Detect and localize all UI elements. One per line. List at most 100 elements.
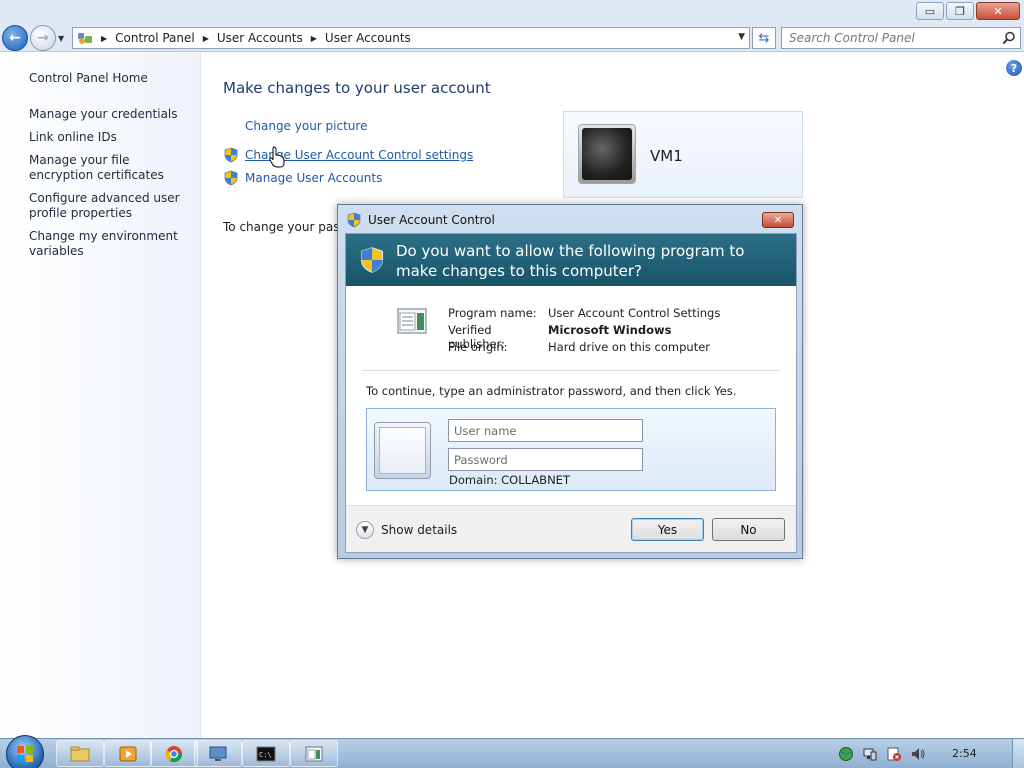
- password-field[interactable]: [448, 448, 643, 471]
- divider: [362, 370, 780, 371]
- domain-label: Domain: COLLABNET: [449, 473, 570, 487]
- uac-instruction: To continue, type an administrator passw…: [366, 384, 737, 398]
- user-account-tile: VM1: [563, 111, 803, 198]
- show-desktop-button[interactable]: [1012, 739, 1024, 768]
- action-center-icon[interactable]: [886, 746, 902, 762]
- maximize-button[interactable]: ❐: [946, 2, 974, 20]
- minimize-button[interactable]: ▭: [916, 2, 944, 20]
- back-arrow-icon: ←: [9, 30, 21, 46]
- show-details-toggle[interactable]: ▼ Show details: [356, 521, 457, 539]
- chrome-icon: [165, 745, 183, 762]
- username-field[interactable]: [448, 419, 643, 442]
- manage-user-accounts-link[interactable]: Manage User Accounts: [223, 170, 382, 186]
- uac-footer: ▼ Show details Yes No: [346, 505, 796, 552]
- volume-icon[interactable]: [910, 746, 926, 762]
- taskbar-control-panel-button[interactable]: [290, 740, 338, 767]
- media-player-icon: [119, 746, 137, 761]
- blank-user-icon: [379, 427, 426, 474]
- program-info: Program name: User Account Control Setti…: [346, 286, 796, 366]
- hand-cursor-icon: [269, 146, 285, 168]
- search-icon[interactable]: [1002, 31, 1016, 45]
- uac-banner: Do you want to allow the following progr…: [346, 234, 796, 286]
- sidebar-item-manage-credentials[interactable]: Manage your credentials: [29, 107, 194, 122]
- sidebar-list: Manage your credentials Link online IDs …: [29, 107, 194, 267]
- taskbar-remote-desktop-button[interactable]: [194, 740, 242, 767]
- breadcrumb-separator-icon: ▶: [202, 33, 209, 43]
- program-name-row: Program name: User Account Control Setti…: [448, 306, 720, 320]
- refresh-icon: ⇆: [758, 30, 770, 46]
- program-name-label: Program name:: [448, 306, 537, 320]
- yes-button[interactable]: Yes: [631, 518, 704, 541]
- user-picture[interactable]: [578, 124, 636, 184]
- sidebar-item-encryption-certificates[interactable]: Manage your file encryption certificates: [29, 153, 194, 183]
- uac-shield-icon: [224, 147, 238, 163]
- window-controls: ▭ ❐ ✕: [916, 2, 1020, 20]
- program-window-icon: [397, 308, 427, 334]
- breadcrumb-separator-icon: ▶: [310, 33, 317, 43]
- page-title: Make changes to your user account: [223, 79, 491, 97]
- address-bar[interactable]: ▶ Control Panel ▶ User Accounts ▶ User A…: [72, 27, 750, 49]
- task-pane: Control Panel Home Manage your credentia…: [0, 53, 201, 738]
- taskbar-explorer-button[interactable]: [56, 740, 104, 767]
- control-panel-window-icon: [305, 746, 323, 761]
- network-status-icon[interactable]: [862, 746, 878, 762]
- close-window-button[interactable]: ✕: [976, 2, 1020, 20]
- taskbar-chrome-button[interactable]: [150, 740, 198, 767]
- breadcrumb-control-panel[interactable]: Control Panel: [115, 31, 195, 45]
- folder-icon: [70, 746, 90, 761]
- uac-dialog-body: Do you want to allow the following progr…: [345, 233, 797, 553]
- recent-pages-dropdown[interactable]: ▼: [58, 34, 68, 43]
- start-button[interactable]: [6, 735, 44, 768]
- help-icon[interactable]: ?: [1006, 60, 1022, 76]
- breadcrumb-separator-icon: ▶: [101, 33, 108, 43]
- address-dropdown-icon[interactable]: ▼: [738, 32, 745, 42]
- restore-icon: ❐: [955, 4, 965, 18]
- monitor-icon: [209, 746, 227, 761]
- taskbar-clock[interactable]: 2:54: [952, 747, 977, 760]
- change-picture-link[interactable]: Change your picture: [245, 119, 367, 133]
- turntable-avatar-icon: [582, 128, 632, 180]
- control-panel-home-link[interactable]: Control Panel Home: [29, 71, 148, 85]
- no-button[interactable]: No: [712, 518, 785, 541]
- breadcrumb-user-accounts-current[interactable]: User Accounts: [325, 31, 411, 45]
- sidebar-item-environment-variables[interactable]: Change my environment variables: [29, 229, 194, 259]
- close-icon: ✕: [773, 214, 783, 226]
- sidebar-item-link-online-ids[interactable]: Link online IDs: [29, 130, 194, 145]
- user-tile: [374, 422, 431, 479]
- file-origin-label: File origin:: [448, 340, 508, 354]
- uac-close-button[interactable]: ✕: [762, 212, 794, 228]
- password-note: To change your passv: [223, 220, 353, 234]
- back-button[interactable]: ←: [2, 25, 28, 51]
- uac-title-text: User Account Control: [368, 213, 495, 227]
- network-globe-icon[interactable]: [838, 746, 854, 762]
- manage-user-accounts-label: Manage User Accounts: [245, 171, 383, 185]
- taskbar: C:\ 2:54: [0, 735, 1024, 768]
- uac-shield-icon: [347, 212, 361, 228]
- forward-arrow-icon: →: [37, 30, 49, 46]
- uac-dialog-title: User Account Control: [346, 212, 495, 228]
- taskbar-command-prompt-button[interactable]: C:\: [242, 740, 290, 767]
- program-name-value: User Account Control Settings: [548, 306, 721, 320]
- taskbar-media-player-button[interactable]: [104, 740, 152, 767]
- user-name: VM1: [650, 147, 683, 165]
- close-icon: ✕: [993, 4, 1003, 18]
- search-box[interactable]: [781, 27, 1021, 49]
- change-uac-settings-link[interactable]: Change User Account Control settings: [223, 147, 473, 163]
- control-panel-icon: [77, 31, 93, 45]
- file-origin-row: File origin: Hard drive on this computer: [448, 340, 710, 354]
- chevron-down-icon: ▼: [356, 521, 374, 539]
- show-details-label: Show details: [381, 523, 458, 537]
- refresh-button[interactable]: ⇆: [752, 27, 776, 49]
- forward-button[interactable]: →: [30, 25, 56, 51]
- uac-shield-icon: [360, 247, 384, 273]
- uac-dialog: User Account Control ✕ Do you want to al…: [337, 204, 803, 559]
- breadcrumb-user-accounts[interactable]: User Accounts: [217, 31, 303, 45]
- search-input[interactable]: [789, 31, 989, 45]
- uac-question: Do you want to allow the following progr…: [396, 242, 745, 280]
- sidebar-item-advanced-profile[interactable]: Configure advanced user profile properti…: [29, 191, 194, 221]
- credential-panel: Domain: COLLABNET: [366, 408, 776, 491]
- windows-logo-icon: [17, 746, 33, 762]
- svg-text:C:\: C:\: [259, 751, 272, 759]
- minimize-icon: ▭: [924, 4, 936, 18]
- navigation-bar: ← → ▼ ▶ Control Panel ▶ User Accounts ▶ …: [0, 24, 1024, 52]
